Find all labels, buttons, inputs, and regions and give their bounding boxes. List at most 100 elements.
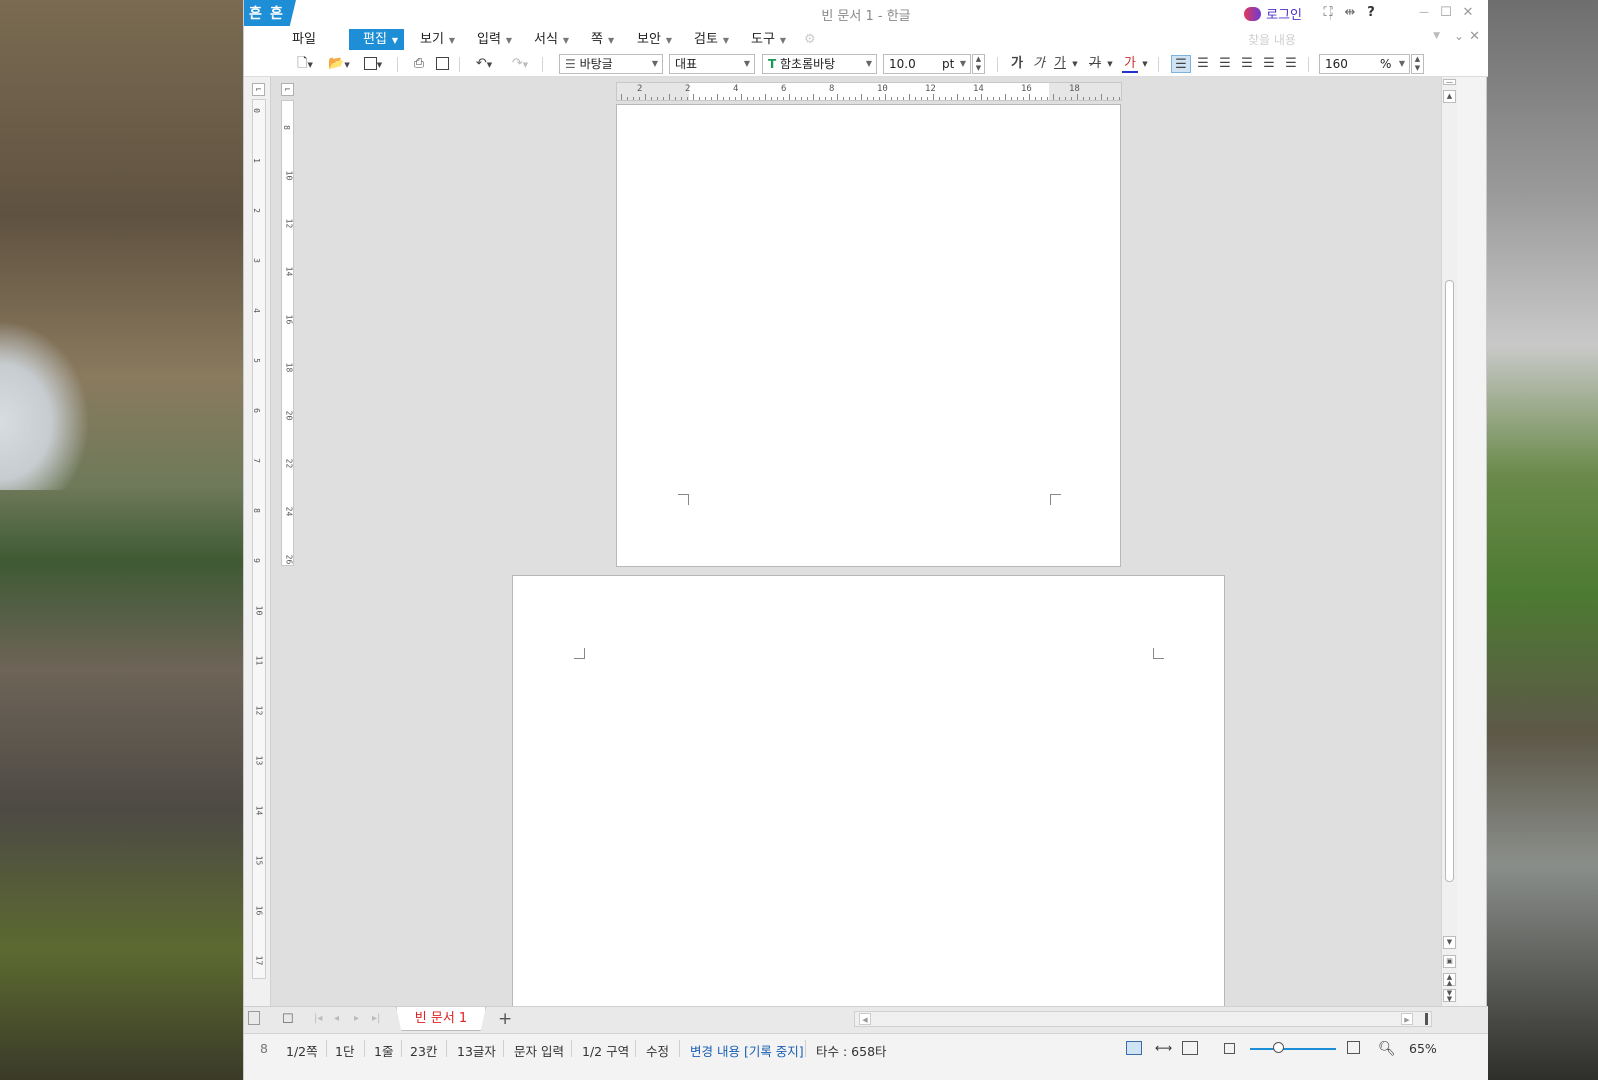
previous-page-icon[interactable]: ▲ ▲ (1443, 973, 1456, 987)
ruler-tick (765, 94, 766, 100)
ruler-number: 26 (284, 554, 294, 565)
outer-ruler-corner[interactable]: ⌐ (252, 83, 265, 96)
status-page[interactable]: 1/2쪽 (286, 1041, 318, 1060)
scroll-down-arrow-icon[interactable]: ▼ (1443, 936, 1456, 949)
align-divide-icon[interactable]: ☰ (1282, 55, 1300, 73)
status-track-changes[interactable]: 변경 내용 [기록 중지] (690, 1041, 804, 1060)
login-button[interactable]: 로그인 (1244, 4, 1302, 23)
font-size-select[interactable]: 10.0 pt ▼ (883, 54, 971, 74)
align-distribute-icon[interactable]: ☰ (1260, 55, 1278, 73)
outer-ruler-number: 12 (254, 705, 264, 716)
minimize-button[interactable]: — (1414, 3, 1434, 23)
vertical-scrollbar[interactable]: — ▲ ▼ ▣ ▲ ▲ ▼ ▼ (1441, 77, 1457, 1006)
status-zoom-level[interactable]: 65% (1409, 1041, 1437, 1056)
last-tab-icon[interactable]: ▸| (372, 1013, 380, 1024)
fit-width-icon[interactable]: ⟷ (1155, 1041, 1172, 1055)
print-icon[interactable]: ⎙ (410, 55, 428, 73)
status-input-mode[interactable]: 문자 입력 (514, 1041, 564, 1060)
chevron-down-icon[interactable]: ▼ (1433, 31, 1440, 41)
maximize-button[interactable]: ☐ (1436, 3, 1456, 23)
scroll-split-handle[interactable]: — (1443, 79, 1456, 86)
normal-view-icon[interactable] (1126, 1041, 1142, 1055)
bold-button[interactable]: 가 (1009, 55, 1025, 73)
next-page-icon[interactable]: ▼ ▼ (1443, 989, 1456, 1003)
magnifier-icon[interactable]: 🔍︎ (1378, 1041, 1396, 1057)
next-tab-icon[interactable]: ▸ (354, 1013, 359, 1024)
chevron-down-icon[interactable]: ▼ (1070, 55, 1080, 73)
document-workspace[interactable]: ⌐ 2 2 4 6 8 10 12 14 16 18 8 10 12 14 16 18 20 22 24 26 (271, 77, 1441, 1006)
status-bar: 8 1/2쪽 1단 1줄 23칸 13글자 문자 입력 1/2 구역 수정 변경… (244, 1033, 1488, 1062)
tab-list-icon[interactable]: ☐ (282, 1012, 294, 1027)
menu-view-label: 보기 (420, 32, 444, 47)
language-select[interactable]: 대표 ▼ (669, 54, 755, 74)
menu-review-label: 검토 (694, 32, 718, 47)
scroll-left-arrow-icon[interactable]: ◀ (859, 1013, 871, 1025)
menu-file[interactable]: 파일 (292, 29, 316, 50)
horizontal-scrollbar[interactable]: ◀ ▶ (854, 1011, 1432, 1027)
first-tab-icon[interactable]: |◂ (314, 1013, 322, 1024)
hscroll-split-handle[interactable] (1425, 1013, 1428, 1025)
underline-button[interactable]: 가 (1052, 55, 1068, 73)
print-preview-icon[interactable] (433, 55, 451, 73)
align-left-icon[interactable]: ☰ (1194, 55, 1212, 73)
menu-page[interactable]: 쪽 ▼ (591, 29, 614, 50)
vertical-ruler[interactable]: 8 10 12 14 16 18 20 22 24 26 (281, 100, 294, 566)
align-center-icon[interactable]: ☰ (1216, 55, 1234, 73)
ruler-tick (747, 97, 748, 100)
add-tab-button[interactable]: + (498, 1009, 512, 1029)
chevron-down-icon[interactable]: ▼ (1140, 55, 1150, 73)
line-spacing-spinner[interactable]: ▲ ▼ (1411, 54, 1424, 74)
status-edit-mode[interactable]: 수정 (646, 1041, 669, 1060)
scrollbar-thumb[interactable] (1445, 280, 1454, 882)
zoom-out-icon[interactable] (1224, 1043, 1235, 1054)
close-document-icon[interactable]: ✕ (1469, 29, 1480, 44)
ruler-tick (873, 97, 874, 100)
tab-document-1[interactable]: 빈 문서 1 (396, 1007, 486, 1031)
collapse-ribbon-icon[interactable]: ⌄ (1454, 29, 1464, 43)
previous-tab-icon[interactable]: ◂ (334, 1013, 339, 1024)
document-page-2[interactable] (512, 575, 1225, 1006)
menu-tools[interactable]: 도구 ▼ (751, 29, 786, 50)
find-input[interactable]: 찾을 내용 (1248, 31, 1428, 48)
menu-insert-label: 입력 (477, 32, 501, 47)
strikethrough-button[interactable]: 가 (1087, 55, 1103, 73)
line-spacing-select[interactable]: 160 % ▼ (1319, 54, 1410, 74)
align-right-icon[interactable]: ☰ (1238, 55, 1256, 73)
full-page-view-icon[interactable] (1182, 1041, 1198, 1055)
menu-edit[interactable]: 편집 ▼ (349, 29, 405, 50)
scroll-right-arrow-icon[interactable]: ▶ (1401, 1013, 1413, 1025)
menu-format[interactable]: 서식 ▼ (534, 29, 569, 50)
redo-icon[interactable]: ↷▼ (505, 55, 535, 73)
font-select[interactable]: T 함초롬바탕 ▼ (762, 54, 877, 74)
menu-security[interactable]: 보안 ▼ (637, 29, 672, 50)
document-page-1[interactable] (616, 104, 1121, 567)
undo-icon[interactable]: ↶▼ (469, 55, 499, 73)
italic-button[interactable]: 가 (1031, 55, 1047, 73)
close-button[interactable]: ✕ (1458, 3, 1478, 23)
new-document-icon[interactable]: 🗋▼ (292, 55, 318, 73)
zoom-slider-knob[interactable] (1273, 1042, 1284, 1053)
memo-icon[interactable] (248, 1011, 260, 1025)
zoom-in-icon[interactable] (1347, 1041, 1360, 1054)
horizontal-ruler[interactable]: 2 2 4 6 8 10 12 14 16 18 (616, 82, 1122, 101)
menu-insert[interactable]: 입력 ▼ (477, 29, 512, 50)
scroll-up-arrow-icon[interactable]: ▲ (1443, 90, 1456, 103)
ruler-corner-button[interactable]: ⌐ (281, 83, 294, 96)
open-folder-icon[interactable]: 📂▼ (324, 55, 354, 73)
font-size-spinner[interactable]: ▲ ▼ (972, 54, 985, 74)
chevron-down-icon[interactable]: ▼ (1105, 55, 1115, 73)
page-margin-corner (1153, 648, 1164, 659)
style-select[interactable]: ☰ 바탕글 ▼ (559, 54, 663, 74)
menu-view[interactable]: 보기 ▼ (420, 29, 455, 50)
extension-icon[interactable]: ⚙ (804, 29, 816, 50)
fullscreen-icon[interactable]: ⛶ (1318, 3, 1338, 23)
save-icon[interactable]: ▼ (359, 55, 387, 73)
zoom-slider-track[interactable] (1250, 1048, 1336, 1050)
help-icon[interactable]: ? (1361, 3, 1381, 23)
page-view-icon[interactable]: ▣ (1443, 955, 1456, 968)
align-justify-icon[interactable]: ☰ (1171, 55, 1191, 73)
menu-review[interactable]: 검토 ▼ (694, 29, 729, 50)
font-color-button[interactable]: 가 (1122, 55, 1138, 73)
split-view-icon[interactable]: ⇹ (1340, 3, 1360, 23)
ruler-tick (1053, 94, 1054, 100)
